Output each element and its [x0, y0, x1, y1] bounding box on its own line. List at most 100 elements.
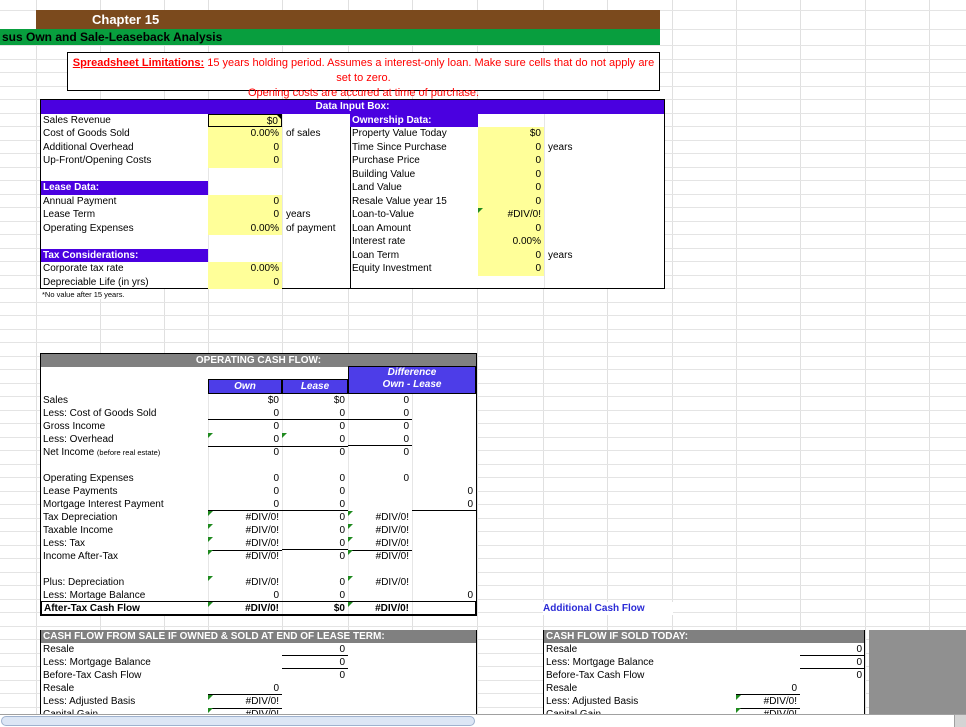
land-value-input[interactable]: 0 [478, 181, 544, 195]
value-cell: 0 [208, 682, 282, 695]
tax-considerations-header: Tax Considerations: [41, 248, 208, 262]
own-cell: 0 [208, 498, 282, 511]
loan-term-input[interactable]: 0 [478, 249, 544, 263]
loan-amount-input[interactable]: 0 [478, 222, 544, 236]
own-cell: 0 [208, 407, 282, 420]
overhead-label: Additional Overhead [43, 141, 134, 153]
sheet-title-bar: sus Own and Sale-Leaseback Analysis [0, 29, 660, 45]
equity-investment-input[interactable]: 0 [478, 262, 544, 276]
row-label: Resale [546, 644, 578, 655]
diff-cell: #DIV/0! [348, 524, 412, 537]
diff-cell: #DIV/0! [348, 511, 412, 524]
diff-cell: #DIV/0! [348, 576, 412, 589]
additional-cash-flow-label: Additional Cash Flow [543, 602, 673, 615]
row-label: Plus: Depreciation [43, 577, 125, 588]
value-cell: 0 [800, 656, 864, 669]
diff2-cell: 0 [412, 498, 476, 511]
net-income-note: (before real estate) [96, 448, 161, 457]
limitations-label: Spreadsheet Limitations: [72, 57, 205, 69]
upfront-input[interactable]: 0 [208, 154, 282, 168]
adjusted-basis-value: #DIV/0! [245, 696, 279, 707]
loan-term-unit: years [548, 249, 573, 261]
row-label: Before-Tax Cash Flow [43, 670, 142, 681]
corporate-rate-input[interactable]: 0.00% [208, 262, 282, 276]
sheet-title: sus Own and Sale-Leaseback Analysis [2, 30, 223, 44]
own-cell: 0 [273, 486, 279, 497]
error-flag-icon [208, 576, 213, 581]
own-cell: #DIV/0! [208, 576, 282, 589]
lease-cell: 0 [339, 577, 345, 588]
sale-at-lease-end-section: CASH FLOW FROM SALE IF OWNED & SOLD AT E… [40, 630, 477, 714]
after-tax-cash-flow-row: After-Tax Cash Flow #DIV/0! $0 #DIV/0! [41, 601, 476, 615]
overhead-input[interactable]: 0 [208, 140, 282, 154]
diff-value: #DIV/0! [375, 525, 409, 536]
row-label: Less: Adjusted Basis [546, 696, 639, 707]
property-value-input[interactable]: $0 [478, 127, 544, 141]
diff-cell: 0 [348, 407, 412, 420]
diff2-cell: 0 [467, 486, 473, 497]
resale-value-input[interactable]: 0 [478, 195, 544, 209]
row-label: Sales [43, 395, 69, 406]
error-flag-icon [208, 524, 213, 529]
loan-to-value-cell: #DIV/0! [478, 208, 544, 222]
value-cell: 0 [282, 656, 348, 669]
value-cell: 0 [736, 682, 800, 695]
purchase-price-input[interactable]: 0 [478, 154, 544, 168]
resize-corner [954, 715, 966, 727]
sales-revenue-label: Sales Revenue [43, 114, 111, 126]
cogs-unit: of sales [286, 128, 321, 139]
value-cell: 0 [282, 643, 348, 656]
opex-input[interactable]: 0.00% [208, 221, 282, 235]
opex-label: Operating Expenses [43, 222, 134, 234]
sold-today-section: CASH FLOW IF SOLD TODAY: Resale 0 Less: … [543, 630, 865, 714]
lease-term-input[interactable]: 0 [208, 208, 282, 222]
own-cell: 0 [273, 473, 279, 484]
diff-cell: 0 [348, 433, 412, 446]
row-label: Tax Depreciation [43, 512, 118, 523]
lease-cell: 0 [339, 473, 345, 484]
time-since-purchase-label: Time Since Purchase [352, 141, 447, 153]
lease-cell: 0 [339, 525, 345, 536]
sales-revenue-input[interactable]: $0 [208, 113, 282, 127]
depreciable-life-input[interactable]: 0 [208, 275, 282, 289]
chapter-title-bar: Chapter 15 [36, 10, 660, 29]
row-label: Less: Mortgage Balance [546, 657, 654, 668]
limitations-note: Spreadsheet Limitations: 15 years holdin… [67, 52, 660, 99]
lease-value: 0 [339, 434, 345, 445]
error-flag-icon [348, 511, 353, 516]
building-value-label: Building Value [352, 168, 416, 180]
error-flag-icon [208, 511, 213, 516]
row-label: Lease Payments [43, 486, 118, 497]
building-value-input[interactable]: 0 [478, 168, 544, 182]
diff-value: #DIV/0! [375, 538, 409, 549]
diff-cell: #DIV/0! [348, 537, 412, 551]
lease-cell: 0 [282, 498, 348, 511]
diff-cell: #DIV/0! [348, 550, 412, 563]
own-cell: #DIV/0! [208, 511, 282, 524]
cogs-input[interactable]: 0.00% [208, 127, 282, 141]
own-value: #DIV/0! [245, 512, 279, 523]
lease-cell: 0 [282, 407, 348, 420]
own-cell: #DIV/0! [208, 550, 282, 563]
error-flag-icon [736, 695, 741, 700]
own-value: #DIV/0! [245, 603, 279, 614]
own-value: 0 [273, 434, 279, 445]
error-flag-icon [478, 208, 483, 213]
lease-cell: $0 [333, 395, 345, 406]
own-value: #DIV/0! [245, 551, 279, 562]
value-cell: #DIV/0! [736, 695, 800, 709]
error-flag-icon [208, 708, 213, 713]
annual-payment-input[interactable]: 0 [208, 194, 282, 208]
time-since-purchase-input[interactable]: 0 [478, 141, 544, 155]
corporate-rate-label: Corporate tax rate [43, 263, 124, 274]
lease-cell: 0 [339, 486, 345, 497]
row-label: Less: Tax [43, 538, 86, 549]
diff-cell: #DIV/0! [348, 602, 412, 615]
lease-cell: 0 [339, 512, 345, 523]
depreciable-life-label: Depreciable Life (in yrs) [43, 276, 149, 288]
interest-rate-input[interactable]: 0.00% [478, 235, 544, 249]
annual-payment-label: Annual Payment [43, 195, 117, 207]
horizontal-scrollbar[interactable] [0, 714, 966, 727]
scrollbar-thumb[interactable] [1, 716, 475, 726]
error-flag-icon [208, 602, 213, 607]
